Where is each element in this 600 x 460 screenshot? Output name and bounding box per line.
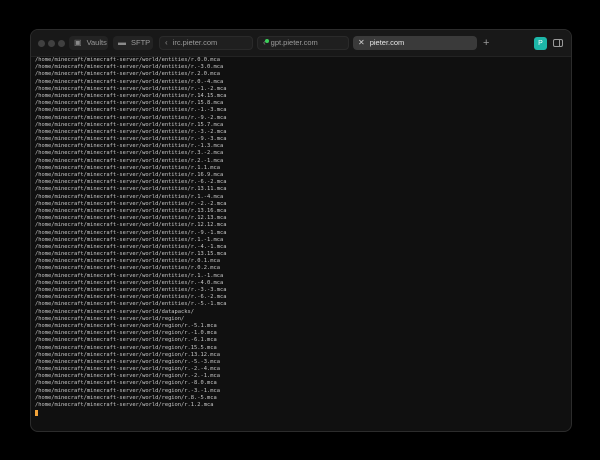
online-status-dot <box>265 39 269 43</box>
new-tab-button[interactable]: + <box>483 36 489 50</box>
terminal-line: /home/minecraft/minecraft-server/world/r… <box>35 394 217 401</box>
title-bar: ▣ Vaults ▬ SFTP ‹ irc.pieter.com ‹ gpt.p… <box>31 30 571 57</box>
terminal-line: /home/minecraft/minecraft-server/world/e… <box>35 172 224 178</box>
terminal-line: /home/minecraft/minecraft-server/world/e… <box>35 164 220 171</box>
folder-icon: ▬ <box>118 38 126 47</box>
terminal-line: /home/minecraft/minecraft-server/world/e… <box>35 222 227 229</box>
terminal-line: /home/minecraft/minecraft-server/world/e… <box>35 229 227 236</box>
tab-label: irc.pieter.com <box>172 38 218 47</box>
terminal-output[interactable]: /home/minecraft/minecraft-server/world/e… <box>35 57 567 431</box>
terminal-line: /home/minecraft/minecraft-server/world/r… <box>35 315 185 322</box>
terminal-line: /home/minecraft/minecraft-server/world/r… <box>35 387 220 394</box>
terminal-line: /home/minecraft/minecraft-server/world/e… <box>35 150 224 157</box>
tab-gpt[interactable]: ‹ gpt.pieter.com <box>257 36 349 50</box>
terminal-line: /home/minecraft/minecraft-server/world/r… <box>35 380 217 387</box>
avatar[interactable]: P <box>534 37 547 50</box>
terminal-window: ▣ Vaults ▬ SFTP ‹ irc.pieter.com ‹ gpt.p… <box>30 29 572 432</box>
terminal-line: /home/minecraft/minecraft-server/world/e… <box>35 236 224 243</box>
terminal-line: /home/minecraft/minecraft-server/world/r… <box>35 373 220 380</box>
vault-icon: ▣ <box>74 38 82 47</box>
terminal-line: /home/minecraft/minecraft-server/world/r… <box>35 330 217 337</box>
terminal-prompt-icon: ‹ <box>165 38 168 47</box>
terminal-line: /home/minecraft/minecraft-server/world/e… <box>35 265 220 272</box>
terminal-line: /home/minecraft/minecraft-server/world/r… <box>35 322 217 329</box>
close-icon[interactable]: ✕ <box>358 36 365 50</box>
terminal-line: /home/minecraft/minecraft-server/world/e… <box>35 207 227 214</box>
terminal-line: /home/minecraft/minecraft-server/world/e… <box>35 136 227 143</box>
terminal-line: /home/minecraft/minecraft-server/world/r… <box>35 358 220 365</box>
terminal-line: /home/minecraft/minecraft-server/world/e… <box>35 157 224 164</box>
terminal-line: /home/minecraft/minecraft-server/world/e… <box>35 186 227 193</box>
tab-irc[interactable]: ‹ irc.pieter.com <box>159 36 253 50</box>
tab-label: gpt.pieter.com <box>270 38 318 47</box>
terminal-line: /home/minecraft/minecraft-server/world/e… <box>35 287 227 293</box>
terminal-line: /home/minecraft/minecraft-server/world/e… <box>35 279 224 286</box>
tab-label: Vaults <box>86 38 107 47</box>
terminal-line: /home/minecraft/minecraft-server/world/e… <box>35 301 227 308</box>
maximize-window-dot[interactable] <box>58 40 65 47</box>
terminal-line: /home/minecraft/minecraft-server/world/e… <box>35 114 227 121</box>
terminal-line: /home/minecraft/minecraft-server/world/e… <box>35 179 227 186</box>
terminal-line: /home/minecraft/minecraft-server/world/e… <box>35 78 224 85</box>
terminal-line: /home/minecraft/minecraft-server/world/e… <box>35 57 220 63</box>
tab-pieter-active[interactable]: ✕ pieter.com <box>353 36 477 50</box>
terminal-line: /home/minecraft/minecraft-server/world/e… <box>35 128 227 135</box>
terminal-line: /home/minecraft/minecraft-server/world/r… <box>35 366 220 373</box>
terminal-prompt-line <box>35 409 567 417</box>
terminal-line: /home/minecraft/minecraft-server/world/e… <box>35 258 220 265</box>
terminal-line: /home/minecraft/minecraft-server/world/r… <box>35 344 217 351</box>
terminal-line: /home/minecraft/minecraft-server/world/e… <box>35 294 227 301</box>
terminal-line: /home/minecraft/minecraft-server/world/r… <box>35 337 217 344</box>
terminal-prompt-icon: ‹ <box>263 38 266 47</box>
terminal-line: /home/minecraft/minecraft-server/world/e… <box>35 243 227 250</box>
terminal-line: /home/minecraft/minecraft-server/world/e… <box>35 200 227 207</box>
terminal-line: /home/minecraft/minecraft-server/world/e… <box>35 71 220 78</box>
sidebar-toggle-icon[interactable] <box>553 39 563 47</box>
terminal-line: /home/minecraft/minecraft-server/world/e… <box>35 85 227 92</box>
terminal-line: /home/minecraft/minecraft-server/world/e… <box>35 193 224 200</box>
terminal-line: /home/minecraft/minecraft-server/world/e… <box>35 251 227 258</box>
terminal-line: /home/minecraft/minecraft-server/world/e… <box>35 215 227 222</box>
terminal-cursor <box>35 410 38 417</box>
terminal-line: /home/minecraft/minecraft-server/world/e… <box>35 92 227 99</box>
close-window-dot[interactable] <box>38 40 45 47</box>
tab-label: SFTP <box>131 38 151 47</box>
terminal-line: /home/minecraft/minecraft-server/world/r… <box>35 351 220 358</box>
tab-label: pieter.com <box>369 38 405 47</box>
tab-vaults[interactable]: ▣ Vaults <box>69 36 108 50</box>
terminal-line: /home/minecraft/minecraft-server/world/e… <box>35 107 227 114</box>
terminal-line: /home/minecraft/minecraft-server/world/e… <box>35 100 224 107</box>
minimize-window-dot[interactable] <box>48 40 55 47</box>
terminal-line: /home/minecraft/minecraft-server/world/e… <box>35 143 224 150</box>
terminal-line: /home/minecraft/minecraft-server/world/e… <box>35 64 224 71</box>
terminal-line: /home/minecraft/minecraft-server/world/e… <box>35 121 224 128</box>
terminal-line: /home/minecraft/minecraft-server/world/e… <box>35 272 224 279</box>
terminal-line: /home/minecraft/minecraft-server/world/d… <box>35 308 195 315</box>
tab-sftp[interactable]: ▬ SFTP <box>113 36 153 50</box>
terminal-line: /home/minecraft/minecraft-server/world/r… <box>35 402 214 408</box>
